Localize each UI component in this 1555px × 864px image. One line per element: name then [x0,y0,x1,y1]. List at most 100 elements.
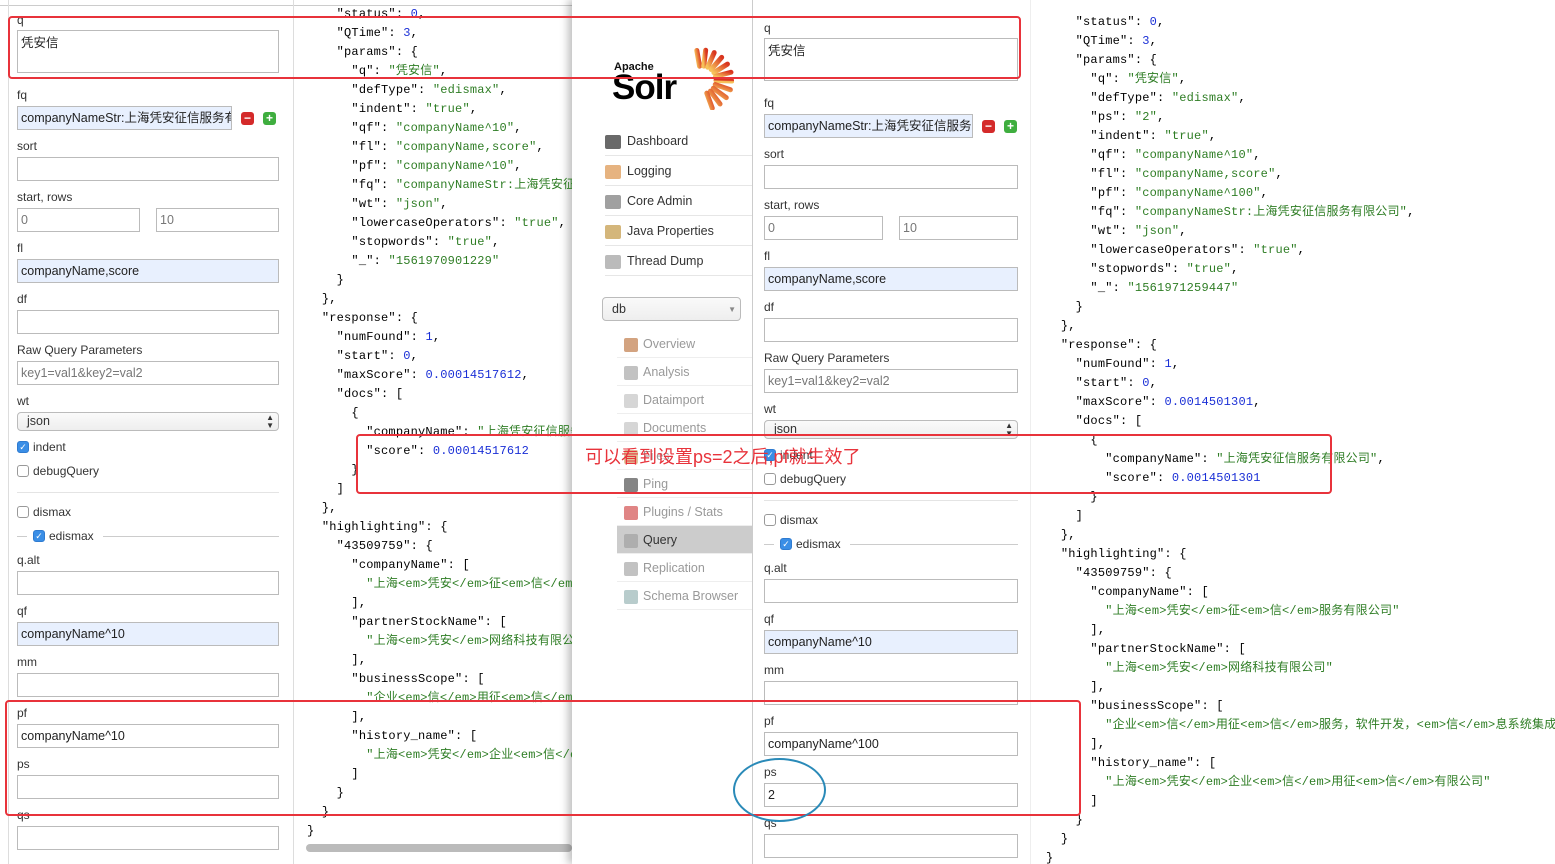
wt-select[interactable]: json ▲ ▼ [764,420,1018,439]
q-textarea[interactable]: 凭安信 [764,38,1018,81]
qalt-input[interactable] [17,571,279,595]
left-json-response: "status": 0, "QTime": 3, "params": { "q"… [307,5,572,841]
pf-input[interactable]: companyName^10 [17,724,279,748]
remove-filter-icon[interactable]: − [241,112,254,125]
debugQuery-checkbox[interactable] [764,473,776,485]
qs-input[interactable] [764,834,1018,858]
dismax-checkbox[interactable] [17,506,29,518]
wt-select[interactable]: json ▲ ▼ [17,412,279,431]
right-query-form: q 凭安信 fq companyNameStr:上海凭安征信服务有限公司−+ sort f… [572,0,1032,864]
form-right-border [1030,0,1031,864]
start-rows-label: start, rows [17,190,73,204]
start-input[interactable]: 0 [17,208,140,232]
json-line: { [1090,433,1098,447]
edismax-rule-left [764,544,774,545]
pf-label: pf [17,706,28,720]
json-line: "defType": "edismax", [1090,91,1246,105]
json-line: }, [321,501,337,515]
fq-input[interactable]: companyNameStr:上海凭安征信服务有限公司 [764,114,973,138]
edismax-checkbox[interactable]: ✓ [780,538,792,550]
fq-label: fq [764,96,775,110]
edismax-rule-right [103,536,279,537]
qf-input[interactable]: companyName^10 [17,622,279,646]
json-line: } [1060,832,1069,846]
add-filter-icon[interactable]: + [1004,120,1017,133]
raw-label: Raw Query Parameters [764,351,890,365]
json-line: }, [1060,528,1076,542]
qs-input[interactable] [17,826,279,850]
json-line: } [1075,813,1084,827]
sort-label: sort [17,139,38,153]
json-line: "lowercaseOperators": "true", [1090,243,1306,257]
json-line: "businessScope": [ [1090,699,1224,713]
updown-arrows-icon: ▲ ▼ [1005,421,1013,438]
mm-label: mm [17,655,37,669]
json-line: } [336,786,345,800]
rows-input[interactable]: 10 [156,208,279,232]
fl-input[interactable]: companyName,score [17,259,279,283]
raw-query-input[interactable]: key1=val1&key2=val2 [17,361,279,385]
json-line: "companyName": [ [1090,585,1209,599]
fq-input[interactable]: companyNameStr:上海凭安征信服务有限公司 [17,106,232,130]
json-line: "start": 0, [1075,376,1158,390]
qf-label: qf [764,612,775,626]
json-line: "wt": "json", [351,197,448,211]
left-query-form: q 凭安信 fq companyNameStr:上海凭安征信服务有限公司−+ sort f… [0,0,293,864]
dismax-label: dismax [780,513,819,527]
json-line: "QTime": 3, [336,26,419,40]
json-line: "docs": [ [336,387,404,401]
sort-input[interactable] [17,157,279,181]
json-line: "企业<em>信</em>用征<em>信</em>服务，软件开发，<em>信</… [366,691,572,705]
edismax-checkbox[interactable]: ✓ [33,530,45,542]
qf-input[interactable]: companyName^10 [764,630,1018,654]
left-query-screen: q 凭安信 fq companyNameStr:上海凭安征信服务有限公司−+ sort f… [0,0,572,864]
qalt-input[interactable] [764,579,1018,603]
start-rows-label: start, rows [764,198,820,212]
json-line: "highlighting": { [1060,547,1187,561]
json-line: "上海<em>凭安</em>网络科技有限公司" [1105,661,1334,675]
mm-input[interactable] [764,681,1018,705]
json-line: } [321,805,330,819]
json-line: "companyName": "上海凭安征信服务有限公司", [366,425,572,439]
dismax-checkbox[interactable] [764,514,776,526]
json-line: ], [1090,680,1106,694]
json-line: "stopwords": "true", [351,235,500,249]
indent-checkbox[interactable]: ✓ [17,441,29,453]
pf-label: pf [764,714,775,728]
q-textarea[interactable]: 凭安信 [17,30,279,73]
json-line: "numFound": 1, [1075,357,1180,371]
json-line: "qf": "companyName^10", [1090,148,1261,162]
df-label: df [764,300,775,314]
ps-input[interactable] [17,775,279,799]
mm-input[interactable] [17,673,279,697]
json-line: "status": 0, [336,7,426,21]
json-line: "response": { [1060,338,1158,352]
json-line: "pf": "companyName^100", [1090,186,1269,200]
sort-input[interactable] [764,165,1018,189]
json-line: "score": 0.0014501301 [1105,471,1261,485]
df-input[interactable] [17,310,279,334]
raw-label: Raw Query Parameters [17,343,143,357]
json-line: ], [1090,623,1106,637]
pf-input[interactable]: companyName^100 [764,732,1018,756]
json-line: { [351,406,359,420]
start-input[interactable]: 0 [764,216,883,240]
json-line: "response": { [321,311,419,325]
remove-filter-icon[interactable]: − [982,120,995,133]
rows-input[interactable]: 10 [899,216,1018,240]
raw-query-input[interactable]: key1=val1&key2=val2 [764,369,1018,393]
q-label: q [764,21,771,35]
debugQuery-checkbox[interactable] [17,465,29,477]
horizontal-scrollbar[interactable] [306,844,572,852]
add-filter-icon[interactable]: + [263,112,276,125]
fl-label: fl [17,241,23,255]
json-line: "indent": "true", [1090,129,1217,143]
debugQuery-label: debugQuery [33,464,100,478]
df-input[interactable] [764,318,1018,342]
json-line: ] [1090,794,1098,808]
json-line: } [351,463,359,477]
annotation-circle-ps [733,758,826,822]
json-line: "indent": "true", [351,102,478,116]
fl-input[interactable]: companyName,score [764,267,1018,291]
edismax-rule-left [17,536,27,537]
